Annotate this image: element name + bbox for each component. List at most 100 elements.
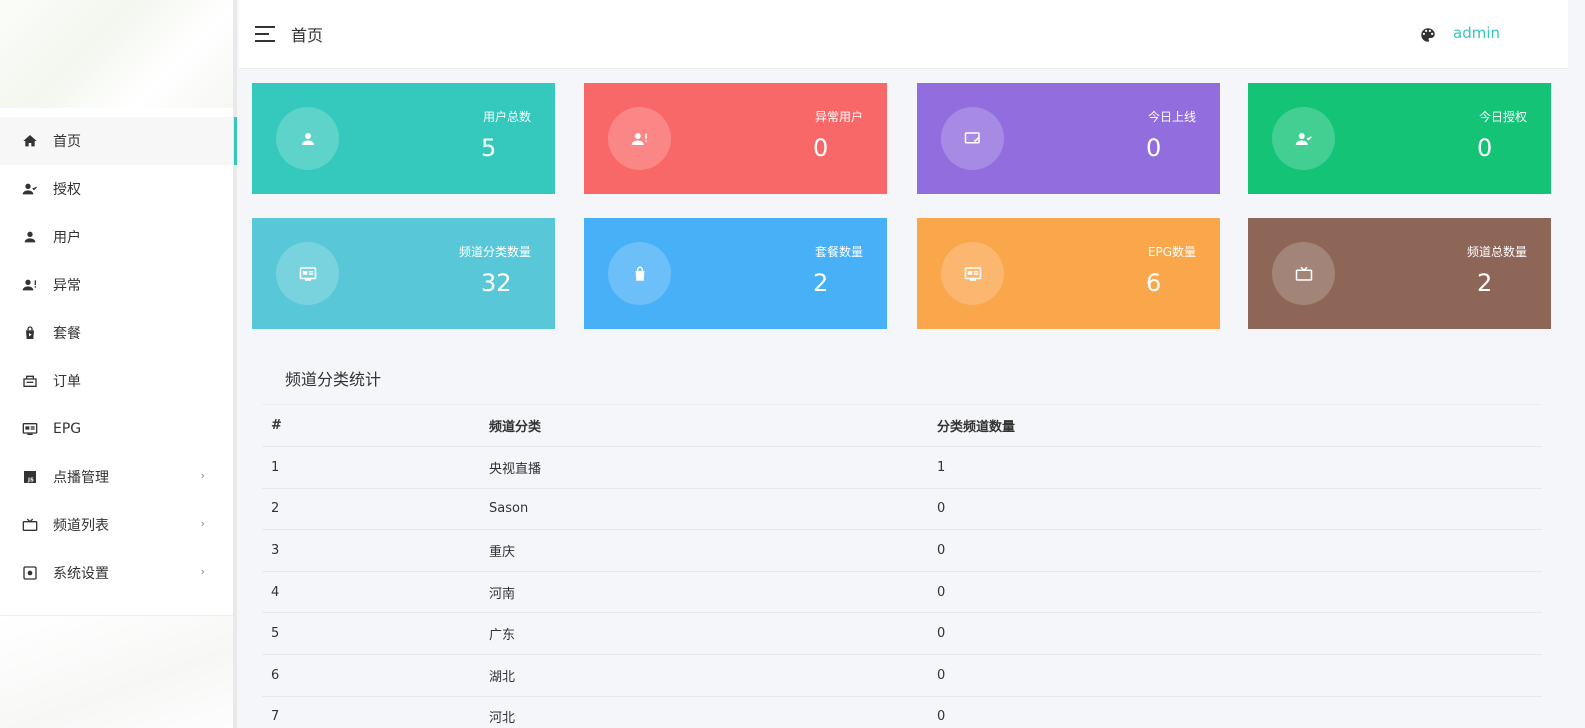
- palette-icon[interactable]: [1419, 26, 1437, 44]
- vertical-scrollbar[interactable]: [1568, 0, 1585, 728]
- col-header-index: #: [262, 405, 480, 448]
- table-row: 7 河北 0: [262, 696, 1542, 728]
- category-stats-table: # 频道分类 分类频道数量 1 央视直播 1 2 Sason 0 3 重庆 0 4 河南 0 5 广东 0 6…: [262, 405, 1542, 728]
- sidebar-menu: 首页授权用户异常套餐订单 EPG JS 点播管理 › 频道列表 › 系统设置 ›: [0, 117, 237, 597]
- sidebar-item-0[interactable]: 首页: [0, 117, 237, 165]
- sidebar-item-label: 授权: [53, 182, 81, 198]
- sidebar-item-label: 订单: [53, 374, 81, 390]
- sidebar-item-3[interactable]: 异常: [0, 261, 233, 309]
- sidebar-footer: [0, 616, 233, 728]
- sidebar-item-label: 首页: [53, 134, 81, 150]
- table-row: 4 河南 0: [262, 571, 1542, 614]
- sidebar-logo-area: [0, 0, 233, 108]
- chevron-right-icon: ›: [200, 517, 205, 530]
- cell-count: 1: [928, 446, 1542, 489]
- sidebar-item-5[interactable]: 订单: [0, 357, 233, 405]
- panel-title: 频道分类统计: [262, 355, 1542, 405]
- settings-icon: [22, 565, 38, 581]
- stat-card-label: 频道总数量: [1466, 245, 1527, 259]
- top-header: 首页 admin: [239, 0, 1585, 69]
- stat-card: 今日上线 0: [917, 83, 1220, 194]
- sidebar-item-1[interactable]: 授权: [0, 165, 233, 213]
- user-icon: [22, 229, 38, 245]
- stat-card: 套餐数量 2: [584, 218, 887, 329]
- tv-icon: [22, 517, 38, 533]
- stat-card: 用户总数 5: [252, 83, 555, 194]
- stat-card-value: 0: [813, 134, 829, 162]
- cell-index: 4: [262, 571, 480, 614]
- page-title: 首页: [291, 26, 324, 45]
- table-row: 1 央视直播 1: [262, 446, 1542, 489]
- order-icon: [22, 373, 38, 389]
- cell-category: 河南: [480, 571, 928, 614]
- cell-category: 重庆: [480, 529, 928, 572]
- col-header-category: 频道分类: [480, 405, 928, 448]
- sidebar-item-label: EPG: [53, 421, 82, 437]
- stat-card-value: 0: [1477, 134, 1493, 162]
- stat-card-value: 6: [1146, 269, 1162, 297]
- cell-index: 1: [262, 446, 480, 489]
- cell-count: 0: [928, 488, 1542, 531]
- svg-text:JS: JS: [27, 478, 34, 484]
- tv-icon: [1272, 242, 1335, 305]
- sidebar-item-2[interactable]: 用户: [0, 213, 233, 261]
- stat-card-value: 32: [481, 269, 512, 297]
- table-row: 6 湖北 0: [262, 654, 1542, 697]
- stat-card-value: 2: [813, 269, 829, 297]
- sidebar-item-4[interactable]: 套餐: [0, 309, 233, 357]
- table-row: 2 Sason 0: [262, 488, 1542, 531]
- cell-count: 0: [928, 612, 1542, 656]
- cell-category: Sason: [480, 488, 928, 531]
- sidebar-item-8[interactable]: 频道列表 ›: [0, 501, 233, 549]
- stat-card-label: 用户总数: [482, 110, 531, 124]
- cell-count: 0: [928, 529, 1542, 572]
- stat-card: EPG数量 6: [917, 218, 1220, 329]
- js-icon: JS: [22, 469, 38, 485]
- cell-index: 2: [262, 488, 480, 531]
- shopping-bag-icon: [22, 325, 38, 341]
- sidebar-item-6[interactable]: EPG: [0, 405, 233, 453]
- cell-index: 5: [262, 612, 480, 656]
- user-menu[interactable]: admin: [1453, 24, 1500, 42]
- cell-count: 0: [928, 571, 1542, 614]
- col-header-count: 分类频道数量: [928, 405, 1542, 448]
- sidebar-item-label: 用户: [53, 230, 81, 246]
- table-header-row: # 频道分类 分类频道数量: [262, 405, 1542, 448]
- user-icon: [276, 107, 339, 170]
- stat-card: 频道分类数量 32: [252, 218, 555, 329]
- table-row: 5 广东 0: [262, 612, 1542, 656]
- stat-card-value: 5: [481, 134, 497, 162]
- stat-card-label: 异常用户: [814, 110, 863, 124]
- user-check-icon: [1272, 107, 1335, 170]
- menu-toggle-icon[interactable]: [255, 26, 275, 42]
- sidebar-item-label: 频道列表: [53, 518, 109, 534]
- cell-count: 0: [928, 654, 1542, 697]
- sidebar-item-9[interactable]: 系统设置 ›: [0, 549, 233, 597]
- stat-card: 今日授权 0: [1248, 83, 1551, 194]
- epg-icon: [941, 242, 1004, 305]
- stat-card: 异常用户 0: [584, 83, 887, 194]
- stat-card-label: 频道分类数量: [458, 245, 531, 259]
- stat-card-value: 2: [1477, 269, 1493, 297]
- cell-category: 河北: [480, 696, 928, 728]
- cell-category: 央视直播: [480, 446, 928, 489]
- chevron-right-icon: ›: [200, 469, 205, 482]
- cell-category: 湖北: [480, 654, 928, 697]
- chevron-right-icon: ›: [200, 565, 205, 578]
- cell-index: 6: [262, 654, 480, 697]
- stat-card-label: EPG数量: [1147, 245, 1196, 259]
- home-icon: [22, 133, 38, 149]
- sidebar-item-label: 系统设置: [53, 566, 109, 582]
- shopping-bag-icon: [608, 242, 671, 305]
- cell-count: 0: [928, 696, 1542, 728]
- user-alert-icon: [608, 107, 671, 170]
- table-row: 3 重庆 0: [262, 529, 1542, 572]
- screen-check-icon: [941, 107, 1004, 170]
- epg-icon: [276, 242, 339, 305]
- sidebar-item-label: 异常: [53, 278, 81, 294]
- cell-index: 3: [262, 529, 480, 572]
- stat-card-label: 今日授权: [1478, 110, 1527, 124]
- sidebar-item-7[interactable]: JS 点播管理 ›: [0, 453, 233, 501]
- epg-icon: [22, 421, 38, 437]
- stat-card-value: 0: [1146, 134, 1162, 162]
